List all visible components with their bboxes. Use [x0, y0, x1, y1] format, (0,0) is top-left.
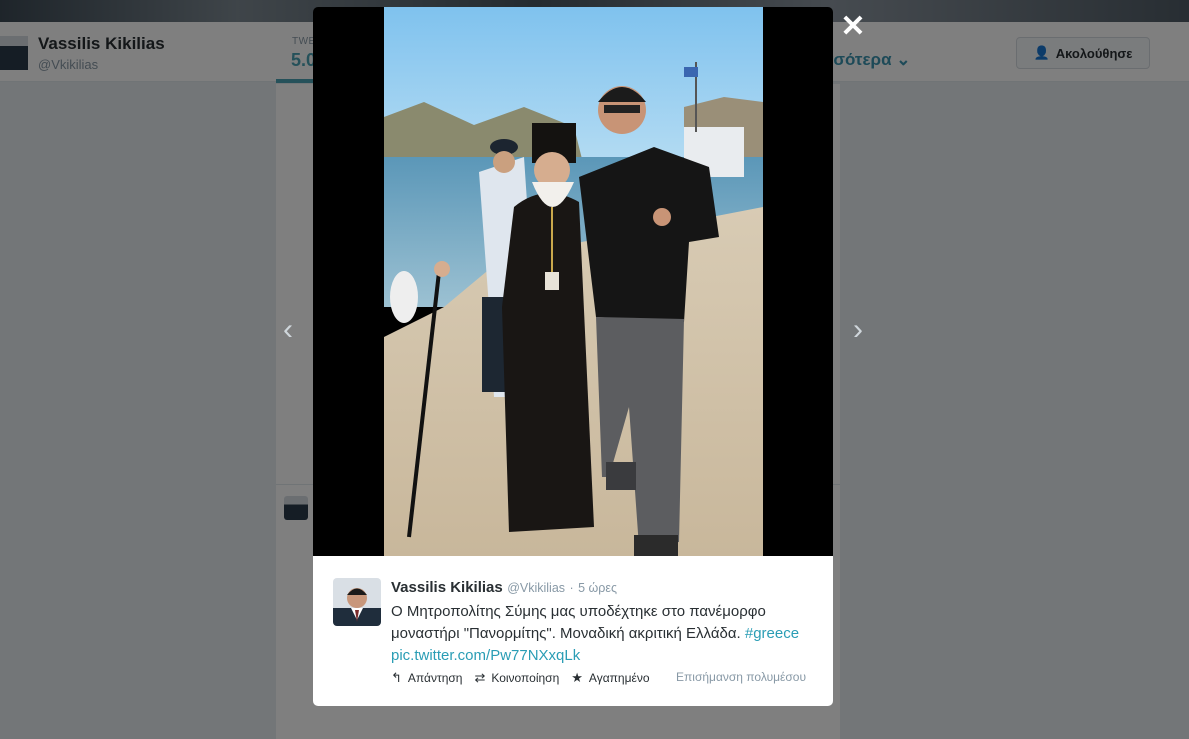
reply-icon: ↰: [391, 670, 402, 685]
close-icon[interactable]: ✕: [840, 12, 866, 42]
prev-arrow-icon[interactable]: ‹: [278, 315, 298, 345]
favorite-button[interactable]: ★ Αγαπημένο: [571, 670, 649, 686]
tweet-timestamp[interactable]: 5 ώρες: [578, 581, 617, 595]
pic-link[interactable]: pic.twitter.com/Pw77NXxqLk: [391, 647, 580, 664]
tweet-body: Ο Μητροπολίτης Σύμης μας υποδέχτηκε στο …: [391, 603, 766, 642]
tweet-author-name[interactable]: Vassilis Kikilias: [391, 579, 503, 596]
tweet-text: Ο Μητροπολίτης Σύμης μας υποδέχτηκε στο …: [391, 601, 821, 667]
retweet-button[interactable]: ⇄ Κοινοποίηση: [474, 670, 559, 686]
tweet-avatar[interactable]: [333, 578, 381, 626]
media-frame: [313, 7, 833, 556]
tweet-actions: ↰ Απάντηση ⇄ Κοινοποίηση ★ Αγαπημένο: [391, 670, 662, 686]
star-icon: ★: [571, 670, 583, 685]
next-arrow-icon[interactable]: ›: [848, 315, 868, 345]
avatar-image: [333, 578, 381, 626]
reply-label: Απάντηση: [407, 671, 463, 685]
flag-media-link[interactable]: Επισήμανση πολυμέσου: [676, 670, 806, 684]
favorite-label: Αγαπημένο: [588, 671, 650, 685]
tweet-header: Vassilis Kikilias @Vkikilias · 5 ώρες: [391, 579, 617, 597]
retweet-icon: ⇄: [474, 670, 486, 685]
tweet-card: Vassilis Kikilias @Vkikilias · 5 ώρες Ο …: [313, 556, 833, 706]
tweet-photo[interactable]: [384, 7, 763, 556]
tweet-author-handle[interactable]: @Vkikilias: [507, 581, 565, 595]
retweet-label: Κοινοποίηση: [491, 671, 560, 685]
reply-button[interactable]: ↰ Απάντηση: [391, 670, 462, 686]
tweet-separator: ·: [569, 581, 574, 595]
hashtag-link[interactable]: #greece: [745, 625, 799, 642]
